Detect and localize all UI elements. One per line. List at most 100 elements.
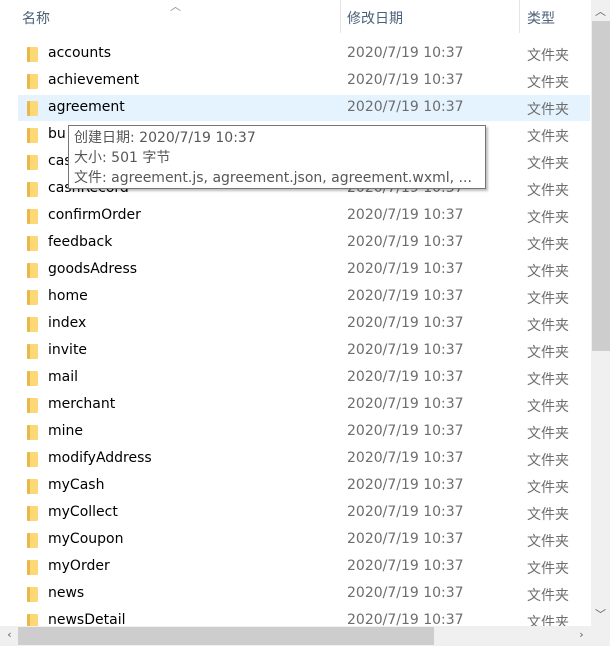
- column-divider[interactable]: [340, 0, 341, 33]
- sort-ascending-icon: ︿: [170, 0, 181, 13]
- folder-icon: [27, 236, 38, 251]
- column-date[interactable]: 修改日期: [347, 8, 403, 28]
- horizontal-scroll-thumb[interactable]: [18, 627, 434, 645]
- folder-icon: [27, 479, 38, 494]
- file-name: mail: [48, 369, 78, 385]
- folder-icon: [27, 182, 38, 197]
- file-type: 文件夹: [527, 318, 569, 334]
- file-type: 文件夹: [527, 102, 569, 118]
- file-type: 文件夹: [527, 480, 569, 496]
- modified-date: 2020/7/19 10:37: [347, 369, 464, 385]
- file-name: home: [48, 288, 88, 304]
- folder-icon: [27, 506, 38, 521]
- file-type: 文件夹: [527, 183, 569, 199]
- list-item[interactable]: merchant 2020/7/19 10:37 文件夹: [18, 392, 590, 418]
- modified-date: 2020/7/19 10:37: [347, 477, 464, 493]
- modified-date: 2020/7/19 10:37: [347, 72, 464, 88]
- list-item[interactable]: myCoupon 2020/7/19 10:37 文件夹: [18, 527, 590, 553]
- file-type: 文件夹: [527, 48, 569, 64]
- folder-icon: [27, 209, 38, 224]
- modified-date: 2020/7/19 10:37: [347, 45, 464, 61]
- list-item[interactable]: news 2020/7/19 10:37 文件夹: [18, 581, 590, 607]
- file-type: 文件夹: [527, 129, 569, 145]
- file-name: confirmOrder: [48, 207, 141, 223]
- file-type: 文件夹: [527, 75, 569, 91]
- list-item[interactable]: achievement 2020/7/19 10:37 文件夹: [18, 68, 590, 94]
- list-item[interactable]: goodsAdress 2020/7/19 10:37 文件夹: [18, 257, 590, 283]
- file-name: goodsAdress: [48, 261, 138, 277]
- file-name: merchant: [48, 396, 116, 412]
- folder-icon: [27, 263, 38, 278]
- file-type: 文件夹: [527, 399, 569, 415]
- file-name: newsDetail: [48, 612, 126, 626]
- modified-date: 2020/7/19 10:37: [347, 423, 464, 439]
- folder-icon: [27, 398, 38, 413]
- list-item[interactable]: agreement 2020/7/19 10:37 文件夹: [18, 95, 590, 121]
- modified-date: 2020/7/19 10:37: [347, 342, 464, 358]
- file-type: 文件夹: [527, 507, 569, 523]
- list-item[interactable]: mine 2020/7/19 10:37 文件夹: [18, 419, 590, 445]
- folder-icon: [27, 290, 38, 305]
- file-type: 文件夹: [527, 453, 569, 469]
- folder-icon: [27, 587, 38, 602]
- column-name[interactable]: 名称: [22, 8, 50, 28]
- file-name: invite: [48, 342, 88, 358]
- modified-date: 2020/7/19 10:37: [347, 504, 464, 520]
- file-name: news: [48, 585, 85, 601]
- list-item[interactable]: index 2020/7/19 10:37 文件夹: [18, 311, 590, 337]
- list-item[interactable]: home 2020/7/19 10:37 文件夹: [18, 284, 590, 310]
- list-item[interactable]: confirmOrder 2020/7/19 10:37 文件夹: [18, 203, 590, 229]
- tooltip: 创建日期: 2020/7/19 10:37 大小: 501 字节 文件: agr…: [68, 125, 486, 189]
- modified-date: 2020/7/19 10:37: [347, 207, 464, 223]
- folder-icon: [27, 344, 38, 359]
- list-item[interactable]: invite 2020/7/19 10:37 文件夹: [18, 338, 590, 364]
- file-name: bu: [48, 126, 66, 142]
- file-name: myOrder: [48, 558, 110, 574]
- file-name: index: [48, 315, 87, 331]
- modified-date: 2020/7/19 10:37: [347, 315, 464, 331]
- modified-date: 2020/7/19 10:37: [347, 612, 464, 626]
- scroll-left-icon[interactable]: ‹: [0, 628, 19, 641]
- file-type: 文件夹: [527, 156, 569, 172]
- modified-date: 2020/7/19 10:37: [347, 585, 464, 601]
- list-item[interactable]: myCash 2020/7/19 10:37 文件夹: [18, 473, 590, 499]
- modified-date: 2020/7/19 10:37: [347, 261, 464, 277]
- folder-icon: [27, 128, 38, 143]
- list-item[interactable]: accounts 2020/7/19 10:37 文件夹: [18, 41, 590, 67]
- modified-date: 2020/7/19 10:37: [347, 531, 464, 547]
- file-type: 文件夹: [527, 561, 569, 577]
- scrollbar-corner: [591, 626, 610, 646]
- file-type: 文件夹: [527, 210, 569, 226]
- file-type: 文件夹: [527, 345, 569, 361]
- folder-icon: [27, 371, 38, 386]
- column-type[interactable]: 类型: [527, 8, 555, 28]
- folder-icon: [27, 155, 38, 170]
- folder-icon: [27, 533, 38, 548]
- folder-icon: [27, 74, 38, 89]
- list-item[interactable]: modifyAddress 2020/7/19 10:37 文件夹: [18, 446, 590, 472]
- file-type: 文件夹: [527, 615, 569, 626]
- file-type: 文件夹: [527, 534, 569, 550]
- modified-date: 2020/7/19 10:37: [347, 288, 464, 304]
- file-name: achievement: [48, 72, 140, 88]
- scroll-right-icon[interactable]: ›: [572, 628, 591, 641]
- list-item[interactable]: myCollect 2020/7/19 10:37 文件夹: [18, 500, 590, 526]
- modified-date: 2020/7/19 10:37: [347, 99, 464, 115]
- file-type: 文件夹: [527, 237, 569, 253]
- scroll-up-icon[interactable]: ︿: [591, 3, 610, 19]
- file-name: myCash: [48, 477, 105, 493]
- file-name: mine: [48, 423, 84, 439]
- list-item[interactable]: newsDetail 2020/7/19 10:37 文件夹: [18, 608, 590, 626]
- tooltip-created: 创建日期: 2020/7/19 10:37: [74, 130, 256, 146]
- list-item[interactable]: mail 2020/7/19 10:37 文件夹: [18, 365, 590, 391]
- folder-icon: [27, 317, 38, 332]
- list-item[interactable]: myOrder 2020/7/19 10:37 文件夹: [18, 554, 590, 580]
- scroll-down-icon[interactable]: ﹀: [591, 606, 610, 622]
- column-divider[interactable]: [519, 0, 520, 33]
- vertical-scrollbar[interactable]: ︿ ﹀: [591, 0, 610, 626]
- file-name: accounts: [48, 45, 112, 61]
- horizontal-scrollbar[interactable]: ‹ ›: [0, 626, 591, 646]
- file-type: 文件夹: [527, 426, 569, 442]
- vertical-scroll-thumb[interactable]: [592, 21, 610, 351]
- list-item[interactable]: feedback 2020/7/19 10:37 文件夹: [18, 230, 590, 256]
